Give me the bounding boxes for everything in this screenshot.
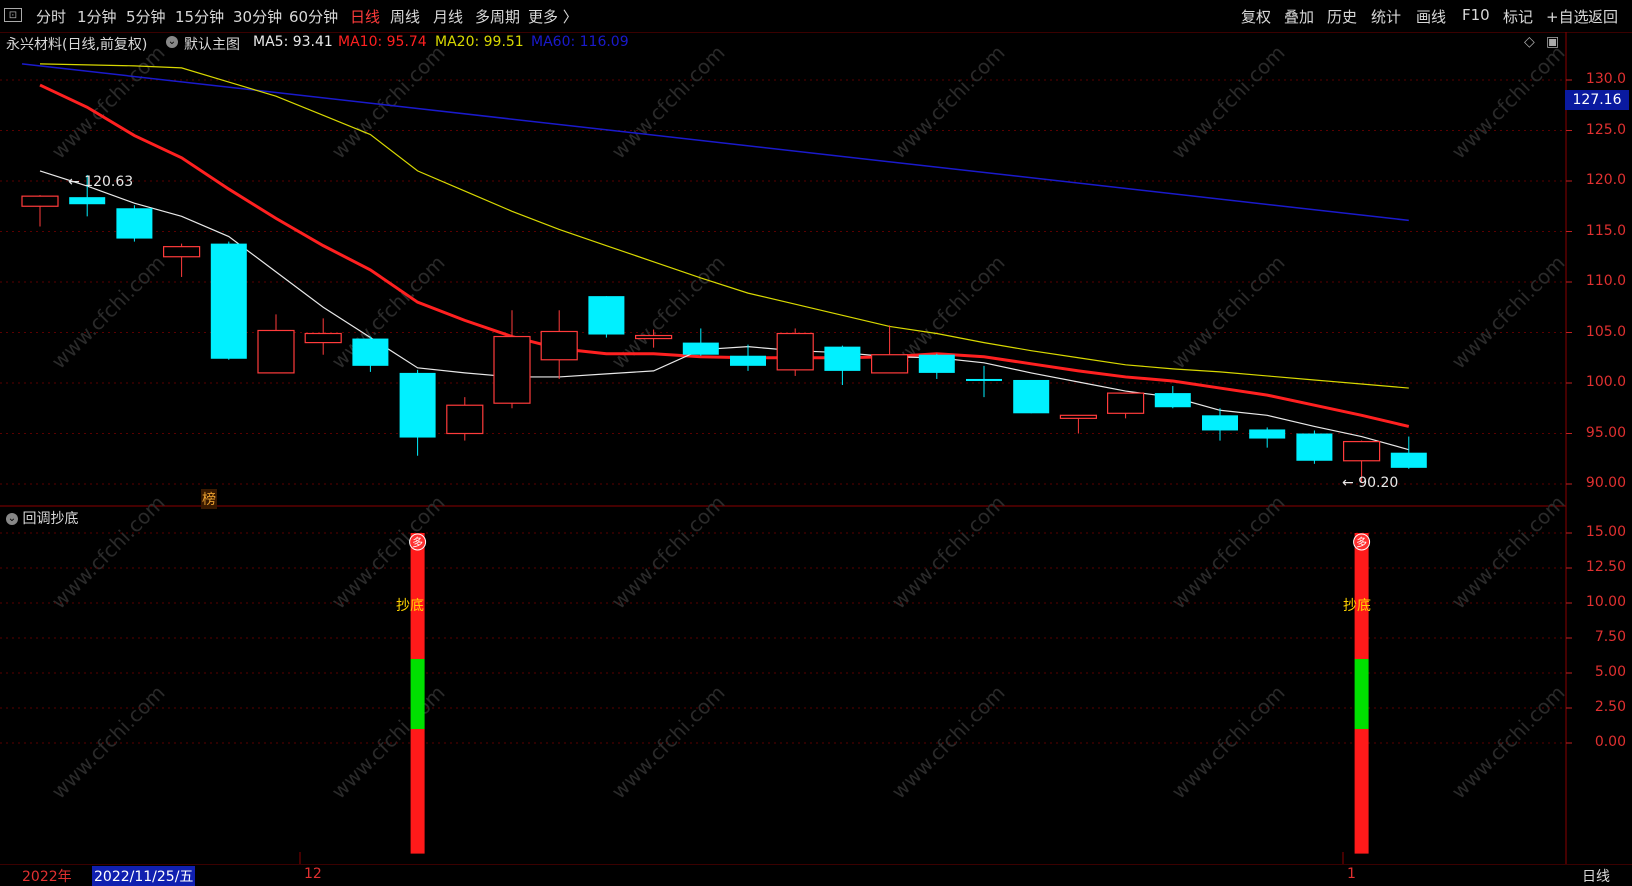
indicator-tick-label: 15.00: [1585, 524, 1626, 540]
watermark-text: www.cfchi.com: [327, 681, 450, 804]
candlestick-chart[interactable]: www.cfchi.com www.cfchi.com www.cfchi.com w…: [0, 0, 1632, 882]
watermark-text: www.cfchi.com: [887, 681, 1010, 804]
watermark-text: www.cfchi.com: [1167, 681, 1290, 804]
watermark-text: www.cfchi.com: [1447, 41, 1570, 164]
watermark-text: www.cfchi.com: [1447, 681, 1570, 804]
chevron-down-icon[interactable]: ⌄: [6, 513, 18, 525]
candle-body: [352, 338, 389, 366]
low-price-value: 90.20: [1358, 475, 1399, 491]
candle-body: [304, 332, 342, 344]
signal-text-1: 抄底: [396, 598, 424, 614]
watermark-text: www.cfchi.com: [607, 681, 730, 804]
price-tick-label: 105.0: [1585, 323, 1626, 340]
price-tick-label: 125.0: [1585, 121, 1626, 138]
watermark-text: www.cfchi.com: [47, 251, 170, 374]
candle-body: [1296, 433, 1333, 461]
candle-body: [1106, 392, 1145, 414]
signal-bar-middle: [410, 659, 425, 729]
low-price-label: ← 90.20: [1342, 475, 1399, 491]
candle-body: [966, 378, 1002, 381]
watermark-text: www.cfchi.com: [1447, 251, 1570, 374]
candle-body: [1390, 452, 1427, 468]
watermark-text: www.cfchi.com: [1167, 41, 1290, 164]
price-tick-label: 115.0: [1585, 222, 1626, 239]
candle-body: [730, 355, 766, 366]
candle-body: [588, 296, 625, 335]
price-tick-label: 90.00: [1585, 475, 1626, 491]
candle-body: [210, 243, 247, 359]
watermark-text: www.cfchi.com: [887, 41, 1010, 164]
signal-bar-lower: [410, 729, 425, 854]
signal-bar-lower: [1354, 729, 1369, 854]
candle-body: [1154, 393, 1191, 408]
candle-body: [257, 329, 295, 374]
candle-body: [824, 346, 861, 371]
watermark-text: www.cfchi.com: [1447, 491, 1570, 614]
indicator-tick-label: 0.00: [1594, 734, 1626, 750]
indicator-tick-label: 2.50: [1594, 699, 1626, 715]
indicator-tick-label: 10.00: [1585, 594, 1626, 610]
watermark-text: www.cfchi.com: [887, 491, 1010, 614]
candle-body: [1342, 440, 1381, 462]
candle-body: [163, 246, 201, 258]
watermark-text: www.cfchi.com: [1167, 491, 1290, 614]
price-tick-label: 95.00: [1585, 424, 1626, 441]
price-tick-label: 110.0: [1585, 273, 1626, 289]
watermark-text: www.cfchi.com: [607, 41, 730, 164]
signal-badge-text: 多: [1356, 535, 1367, 549]
candle-body: [682, 342, 719, 355]
price-tick-label: 100.0: [1585, 374, 1626, 390]
candle-body: [493, 335, 531, 404]
candle-body: [870, 354, 909, 374]
candle-body: [116, 208, 153, 239]
signal-badge-text: 多: [412, 535, 423, 549]
watermark-text: www.cfchi.com: [47, 41, 170, 164]
candle-body: [776, 332, 814, 371]
time-axis: 2022年 2022/11/25/五 12 1 日线: [0, 864, 1632, 886]
signal-text-2: 抄底: [1343, 598, 1371, 614]
indicator-header: ⌄ 回调抄底: [6, 508, 78, 528]
year-label: 2022年: [22, 869, 72, 885]
high-price-label: ← 120.63: [68, 174, 134, 190]
candle-body: [399, 372, 436, 438]
indicator-name[interactable]: 回调抄底: [22, 511, 78, 527]
candle-body: [918, 354, 955, 373]
candle-body: [1059, 414, 1098, 419]
watermark-text: www.cfchi.com: [327, 41, 450, 164]
watermark-text: www.cfchi.com: [607, 491, 730, 614]
candle-body: [1249, 429, 1286, 439]
high-price-value: 120.63: [84, 174, 134, 190]
indicator-tick-label: 7.50: [1594, 629, 1626, 645]
current-price-tag: 127.16: [1565, 90, 1629, 110]
watermark-text: www.cfchi.com: [47, 681, 170, 804]
watermark-text: www.cfchi.com: [1167, 251, 1290, 374]
indicator-tick-label: 12.50: [1585, 559, 1626, 575]
candle-body: [21, 195, 59, 207]
rank-badge[interactable]: 榜: [201, 489, 217, 509]
price-tick-label: 120.0: [1585, 172, 1626, 188]
watermark-text: www.cfchi.com: [327, 491, 450, 614]
candle-body: [69, 197, 106, 205]
candle-body: [446, 404, 484, 435]
candle-body: [540, 330, 578, 361]
signal-bar-middle: [1354, 659, 1369, 729]
candle-body: [1013, 379, 1050, 414]
price-tick-label: 130.0: [1585, 71, 1626, 87]
candle-body: [1202, 415, 1238, 431]
month-label-1: 1: [1347, 866, 1356, 882]
cursor-date-label: 2022/11/25/五: [92, 866, 196, 886]
period-label: 日线: [1582, 869, 1610, 885]
candle-body: [634, 334, 673, 340]
month-label-12: 12: [304, 866, 322, 882]
indicator-tick-label: 5.00: [1594, 664, 1626, 680]
